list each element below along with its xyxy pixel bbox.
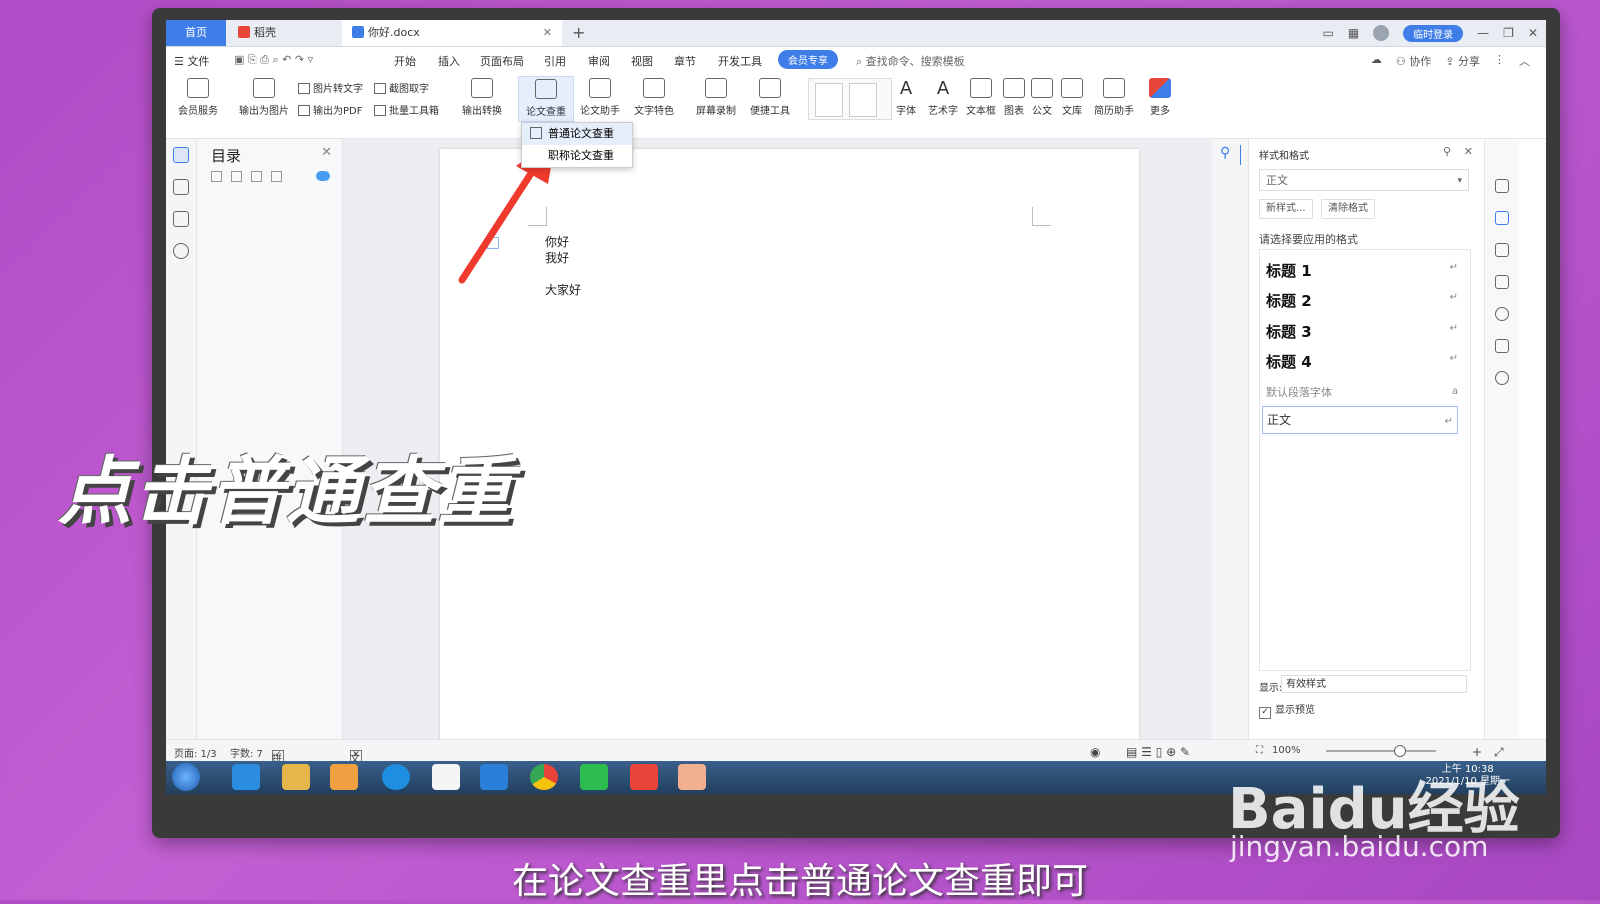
title-paper-check-label: 职称论文查重 — [548, 149, 614, 162]
normal-paper-check-label: 普通论文查重 — [548, 127, 614, 140]
normal-paper-check-item[interactable]: 普通论文查重 — [522, 123, 632, 145]
tutorial-caption: 点击普通查重 — [58, 449, 514, 535]
video-subtitle: 在论文查重里点击普通论文查重即可 — [511, 861, 1088, 902]
title-paper-check-item[interactable]: 职称论文查重 — [522, 145, 632, 167]
arrow-shaft — [458, 171, 534, 284]
paper-check-dropdown: 普通论文查重 职称论文查重 — [521, 122, 633, 168]
document-check-icon — [530, 127, 542, 139]
